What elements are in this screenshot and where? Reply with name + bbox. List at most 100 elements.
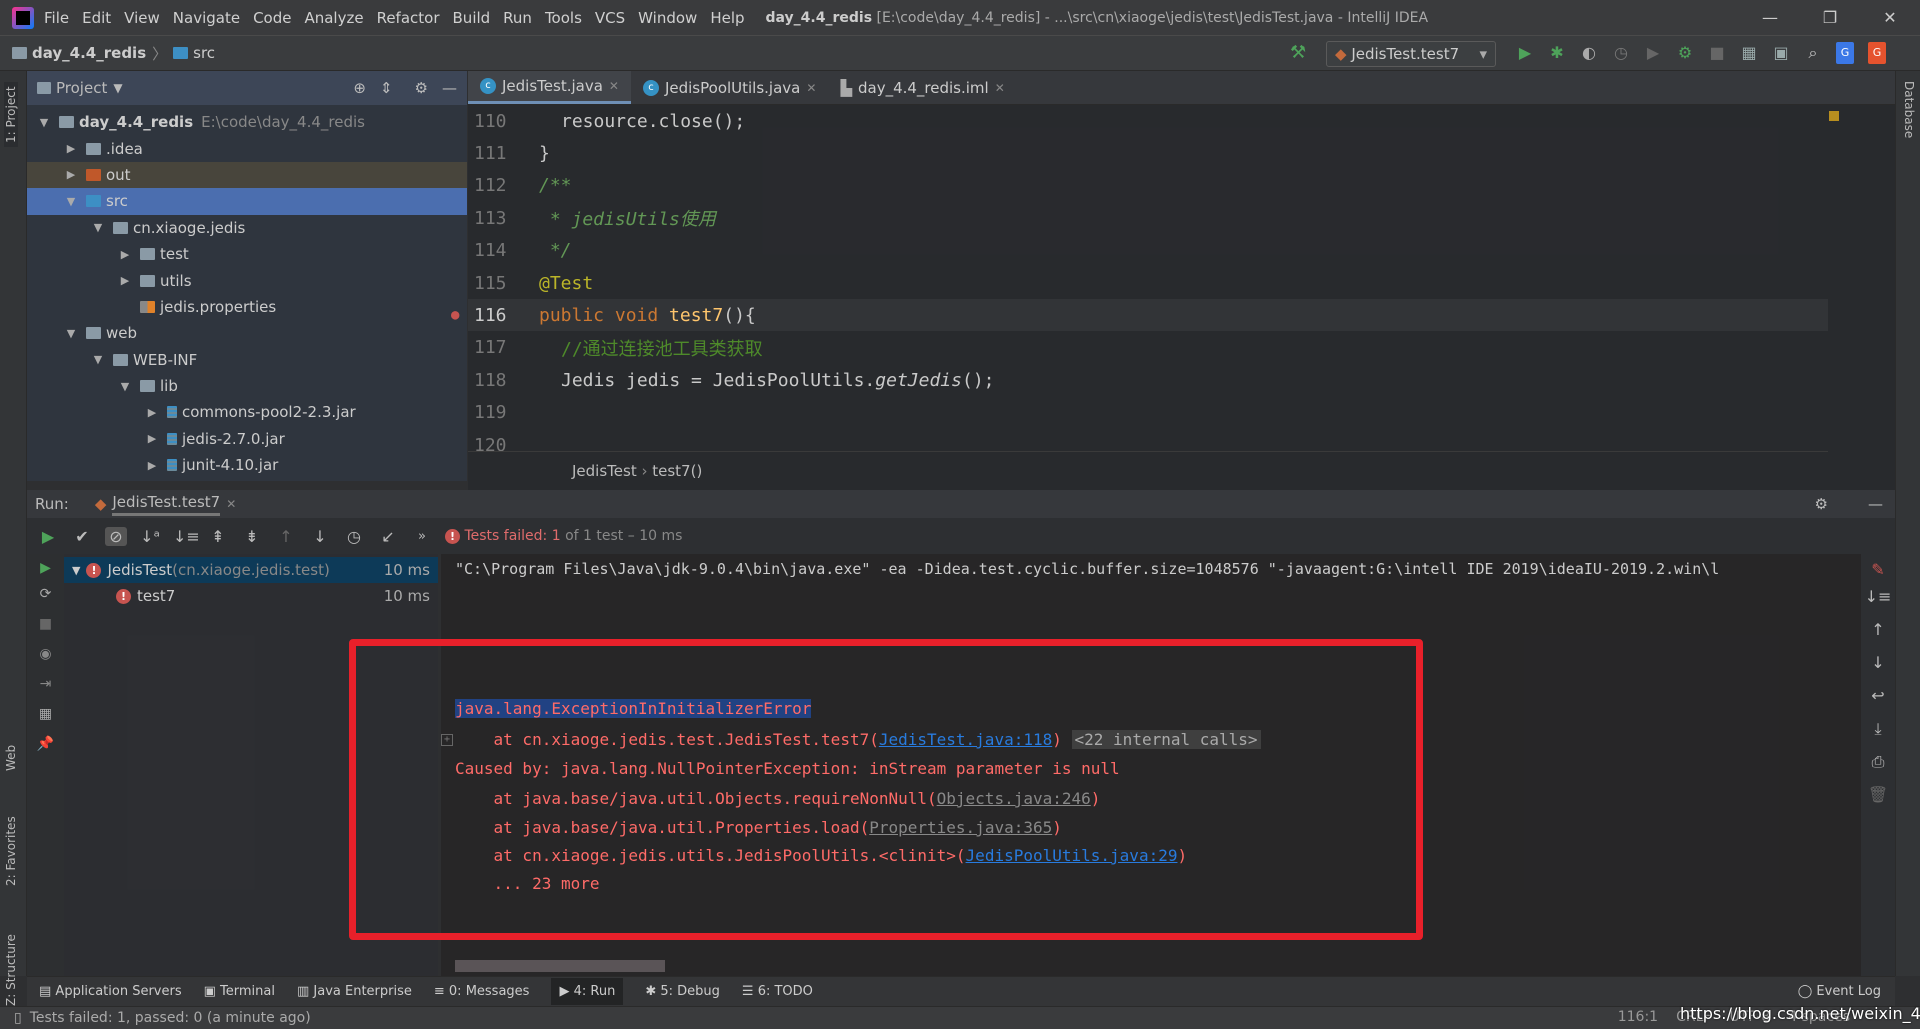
tab-terminal[interactable]: ▣ Terminal	[204, 984, 275, 999]
tool-window-favorites[interactable]: 2: Favorites	[4, 816, 18, 886]
gear-icon[interactable]: ⚙	[415, 79, 428, 97]
more-icon[interactable]: »	[411, 529, 433, 544]
clear-console-icon[interactable]: ✎	[1861, 554, 1895, 587]
menu-code[interactable]: Code	[253, 9, 291, 27]
build-hammer-icon[interactable]: ⚒	[1290, 42, 1306, 63]
menu-help[interactable]: Help	[710, 9, 744, 27]
rerun-icon[interactable]: ▶	[37, 527, 59, 546]
menu-edit[interactable]: Edit	[82, 9, 111, 27]
expanded-arrow-icon[interactable]: ▼	[64, 195, 78, 208]
soft-wrap-icon[interactable]: ↩	[1861, 686, 1895, 719]
collapsed-arrow-icon[interactable]: ▶	[64, 142, 78, 155]
history-icon[interactable]: ◷	[343, 527, 365, 546]
tree-item[interactable]: ▶ commons-pool2-2.3.jar	[27, 399, 467, 425]
tree-item[interactable]: jedis.properties	[27, 294, 467, 320]
project-structure-icon[interactable]: ▦	[1740, 42, 1758, 64]
minimize-button[interactable]: —	[1740, 0, 1800, 36]
collapsed-arrow-icon[interactable]: ▶	[118, 248, 132, 261]
expand-all-icon[interactable]: ⇞	[207, 527, 229, 546]
tree-item[interactable]: ▶ jedis-2.7.0.jar	[27, 426, 467, 452]
toggle-auto-test-icon[interactable]: ⟳	[27, 576, 64, 602]
collapse-all-icon[interactable]: ⇟	[241, 527, 263, 546]
code-line[interactable]: 115 @Test	[468, 267, 1828, 299]
tab-java-enterprise[interactable]: ▥ Java Enterprise	[297, 984, 412, 999]
breadcrumb-method[interactable]: test7()	[652, 462, 702, 480]
locate-icon[interactable]: ⊕	[353, 79, 366, 97]
tab-iml[interactable]: ▙ day_4.4_redis.iml ✕	[828, 71, 1016, 104]
code-line[interactable]: 110 resource.close();	[468, 105, 1828, 137]
rerun-failed-icon[interactable]: ▶	[27, 554, 64, 576]
collapsed-arrow-icon[interactable]: ▶	[145, 406, 159, 419]
tool-window-project[interactable]: 1: Project	[4, 82, 18, 147]
code-line[interactable]: 112/**	[468, 170, 1828, 202]
test-suite-row[interactable]: ▼! JedisTest (cn.xiaoge.jedis.test) 10 ms	[64, 557, 438, 583]
tree-item[interactable]: ▶ test	[27, 241, 467, 267]
tree-item[interactable]: ▼ src	[27, 188, 467, 215]
tool-window-web[interactable]: Web	[4, 745, 18, 771]
tree-item[interactable]: ▶ junit-4.10.jar	[27, 452, 467, 478]
menu-file[interactable]: File	[44, 9, 69, 27]
code-line[interactable]: 113 * jedisUtils使用	[468, 202, 1828, 234]
next-failed-icon[interactable]: ↓	[309, 527, 331, 546]
status-toggle-icon[interactable]: ▯	[14, 1010, 22, 1026]
sort-duration-icon[interactable]: ↓≡	[173, 527, 200, 546]
exit-icon[interactable]: ⇥	[27, 662, 64, 692]
tool-window-database[interactable]: Database	[1902, 81, 1916, 138]
scroll-to-end-icon[interactable]: ↓≡	[1861, 587, 1895, 620]
tree-item[interactable]: ▶ .idea	[27, 135, 467, 161]
code-line[interactable]: 114 */	[468, 235, 1828, 267]
tab-run[interactable]: ▶ 4: Run	[551, 978, 624, 1005]
caret-position[interactable]: 116:1	[1618, 1009, 1658, 1025]
tab-debug[interactable]: ✱ 5: Debug	[645, 984, 720, 999]
camera-icon[interactable]: ◉	[27, 632, 64, 662]
run-test-failed-icon[interactable]: ●	[451, 307, 459, 323]
tab-todo[interactable]: ☰ 6: TODO	[742, 984, 813, 999]
line-number[interactable]: 113	[468, 208, 538, 229]
show-ignored-icon[interactable]: ⊘	[105, 526, 127, 546]
tree-item[interactable]: ▼ day_4.4_redis E:\code\day_4.4_redis	[27, 109, 467, 135]
google-translate-icon[interactable]: G	[1836, 42, 1854, 64]
gear-icon[interactable]: ⚙	[1815, 495, 1828, 513]
run-disabled-icon[interactable]: ▶	[1644, 42, 1662, 64]
layout-icon[interactable]: ▦	[27, 692, 64, 722]
code-line[interactable]: 117 //通过连接池工具类获取	[468, 332, 1828, 364]
search-icon[interactable]: ⌕	[1804, 42, 1822, 64]
scroll-end-icon[interactable]: ⤓	[1861, 719, 1895, 752]
menu-analyze[interactable]: Analyze	[304, 9, 363, 27]
tree-item[interactable]: ▶ out	[27, 161, 467, 189]
stop-icon[interactable]: ■	[27, 602, 64, 632]
menu-build[interactable]: Build	[453, 9, 491, 27]
menu-window[interactable]: Window	[638, 9, 697, 27]
code-line[interactable]: 111}	[468, 137, 1828, 169]
code-line[interactable]: 118 Jedis jedis = JedisPoolUtils.getJedis…	[468, 364, 1828, 396]
restore-button[interactable]: ❐	[1800, 0, 1860, 36]
tree-item[interactable]: ▼ cn.xiaoge.jedis	[27, 215, 467, 241]
line-number[interactable]: 115	[468, 273, 538, 294]
horizontal-scrollbar[interactable]	[455, 960, 665, 972]
down-icon[interactable]: ↓	[1861, 653, 1895, 686]
expand-arrow-icon[interactable]: ▼	[72, 564, 80, 577]
line-number[interactable]: 114	[468, 240, 538, 261]
collapse-all-icon[interactable]: ⇕	[380, 79, 393, 97]
expanded-arrow-icon[interactable]: ▼	[91, 353, 105, 366]
test-case-row[interactable]: ! test7 10 ms	[64, 583, 438, 609]
run-icon[interactable]: ▶	[1516, 42, 1534, 64]
expanded-arrow-icon[interactable]: ▼	[64, 327, 78, 340]
tab-messages[interactable]: ≡ 0: Messages	[434, 984, 530, 999]
line-number[interactable]: 112	[468, 175, 538, 196]
line-number[interactable]: 110	[468, 111, 538, 132]
tool-window-structure[interactable]: Z: Structure	[4, 934, 18, 1006]
breadcrumb-src[interactable]: src	[193, 44, 215, 62]
sort-alpha-icon[interactable]: ↓ᵃ	[139, 527, 161, 546]
terminal-icon[interactable]: ▣	[1772, 42, 1790, 64]
menu-view[interactable]: View	[124, 9, 160, 27]
code-line[interactable]: 116 public void test7(){●	[451, 299, 1828, 332]
previous-failed-icon[interactable]: ↑	[275, 527, 297, 546]
run-configuration-select[interactable]: ◆ JedisTest.test7 ▾	[1326, 41, 1496, 67]
stop-icon[interactable]: ■	[1708, 42, 1726, 64]
breadcrumb-project[interactable]: day_4.4_redis	[32, 44, 146, 62]
line-number[interactable]: 119	[468, 402, 538, 423]
close-icon[interactable]: ✕	[806, 81, 816, 95]
close-button[interactable]: ✕	[1860, 0, 1920, 36]
expanded-arrow-icon[interactable]: ▼	[118, 380, 132, 393]
